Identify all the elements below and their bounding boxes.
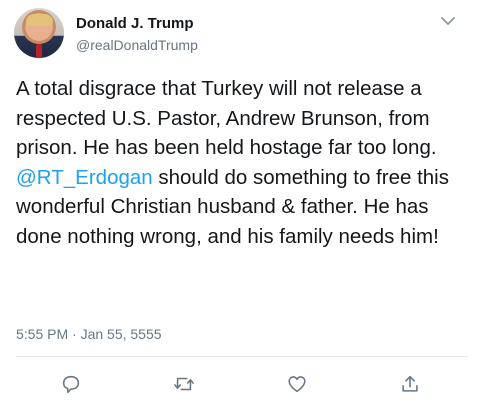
- avatar-hair: [26, 14, 53, 26]
- avatar[interactable]: [14, 8, 64, 58]
- retweet-button[interactable]: [172, 372, 196, 396]
- author-name[interactable]: Donald J. Trump: [76, 15, 194, 32]
- tweet-text-part: A total disgrace that Turkey will not re…: [16, 77, 443, 159]
- mention-link[interactable]: @RT_Erdogan: [16, 166, 153, 189]
- like-button[interactable]: [285, 372, 309, 396]
- divider: [16, 356, 468, 357]
- chevron-down-icon[interactable]: [440, 14, 456, 26]
- share-icon: [402, 375, 418, 392]
- retweet-icon: [174, 377, 194, 391]
- share-button[interactable]: [398, 372, 422, 396]
- reply-icon: [62, 375, 80, 394]
- timestamp[interactable]: 5:55 PM · Jan 55, 5555: [16, 326, 162, 342]
- tweet-text: A total disgrace that Turkey will not re…: [16, 74, 468, 251]
- avatar-tie: [36, 44, 42, 58]
- reply-button[interactable]: [59, 372, 83, 396]
- heart-icon: [288, 376, 306, 393]
- author-handle[interactable]: @realDonaldTrump: [76, 37, 198, 53]
